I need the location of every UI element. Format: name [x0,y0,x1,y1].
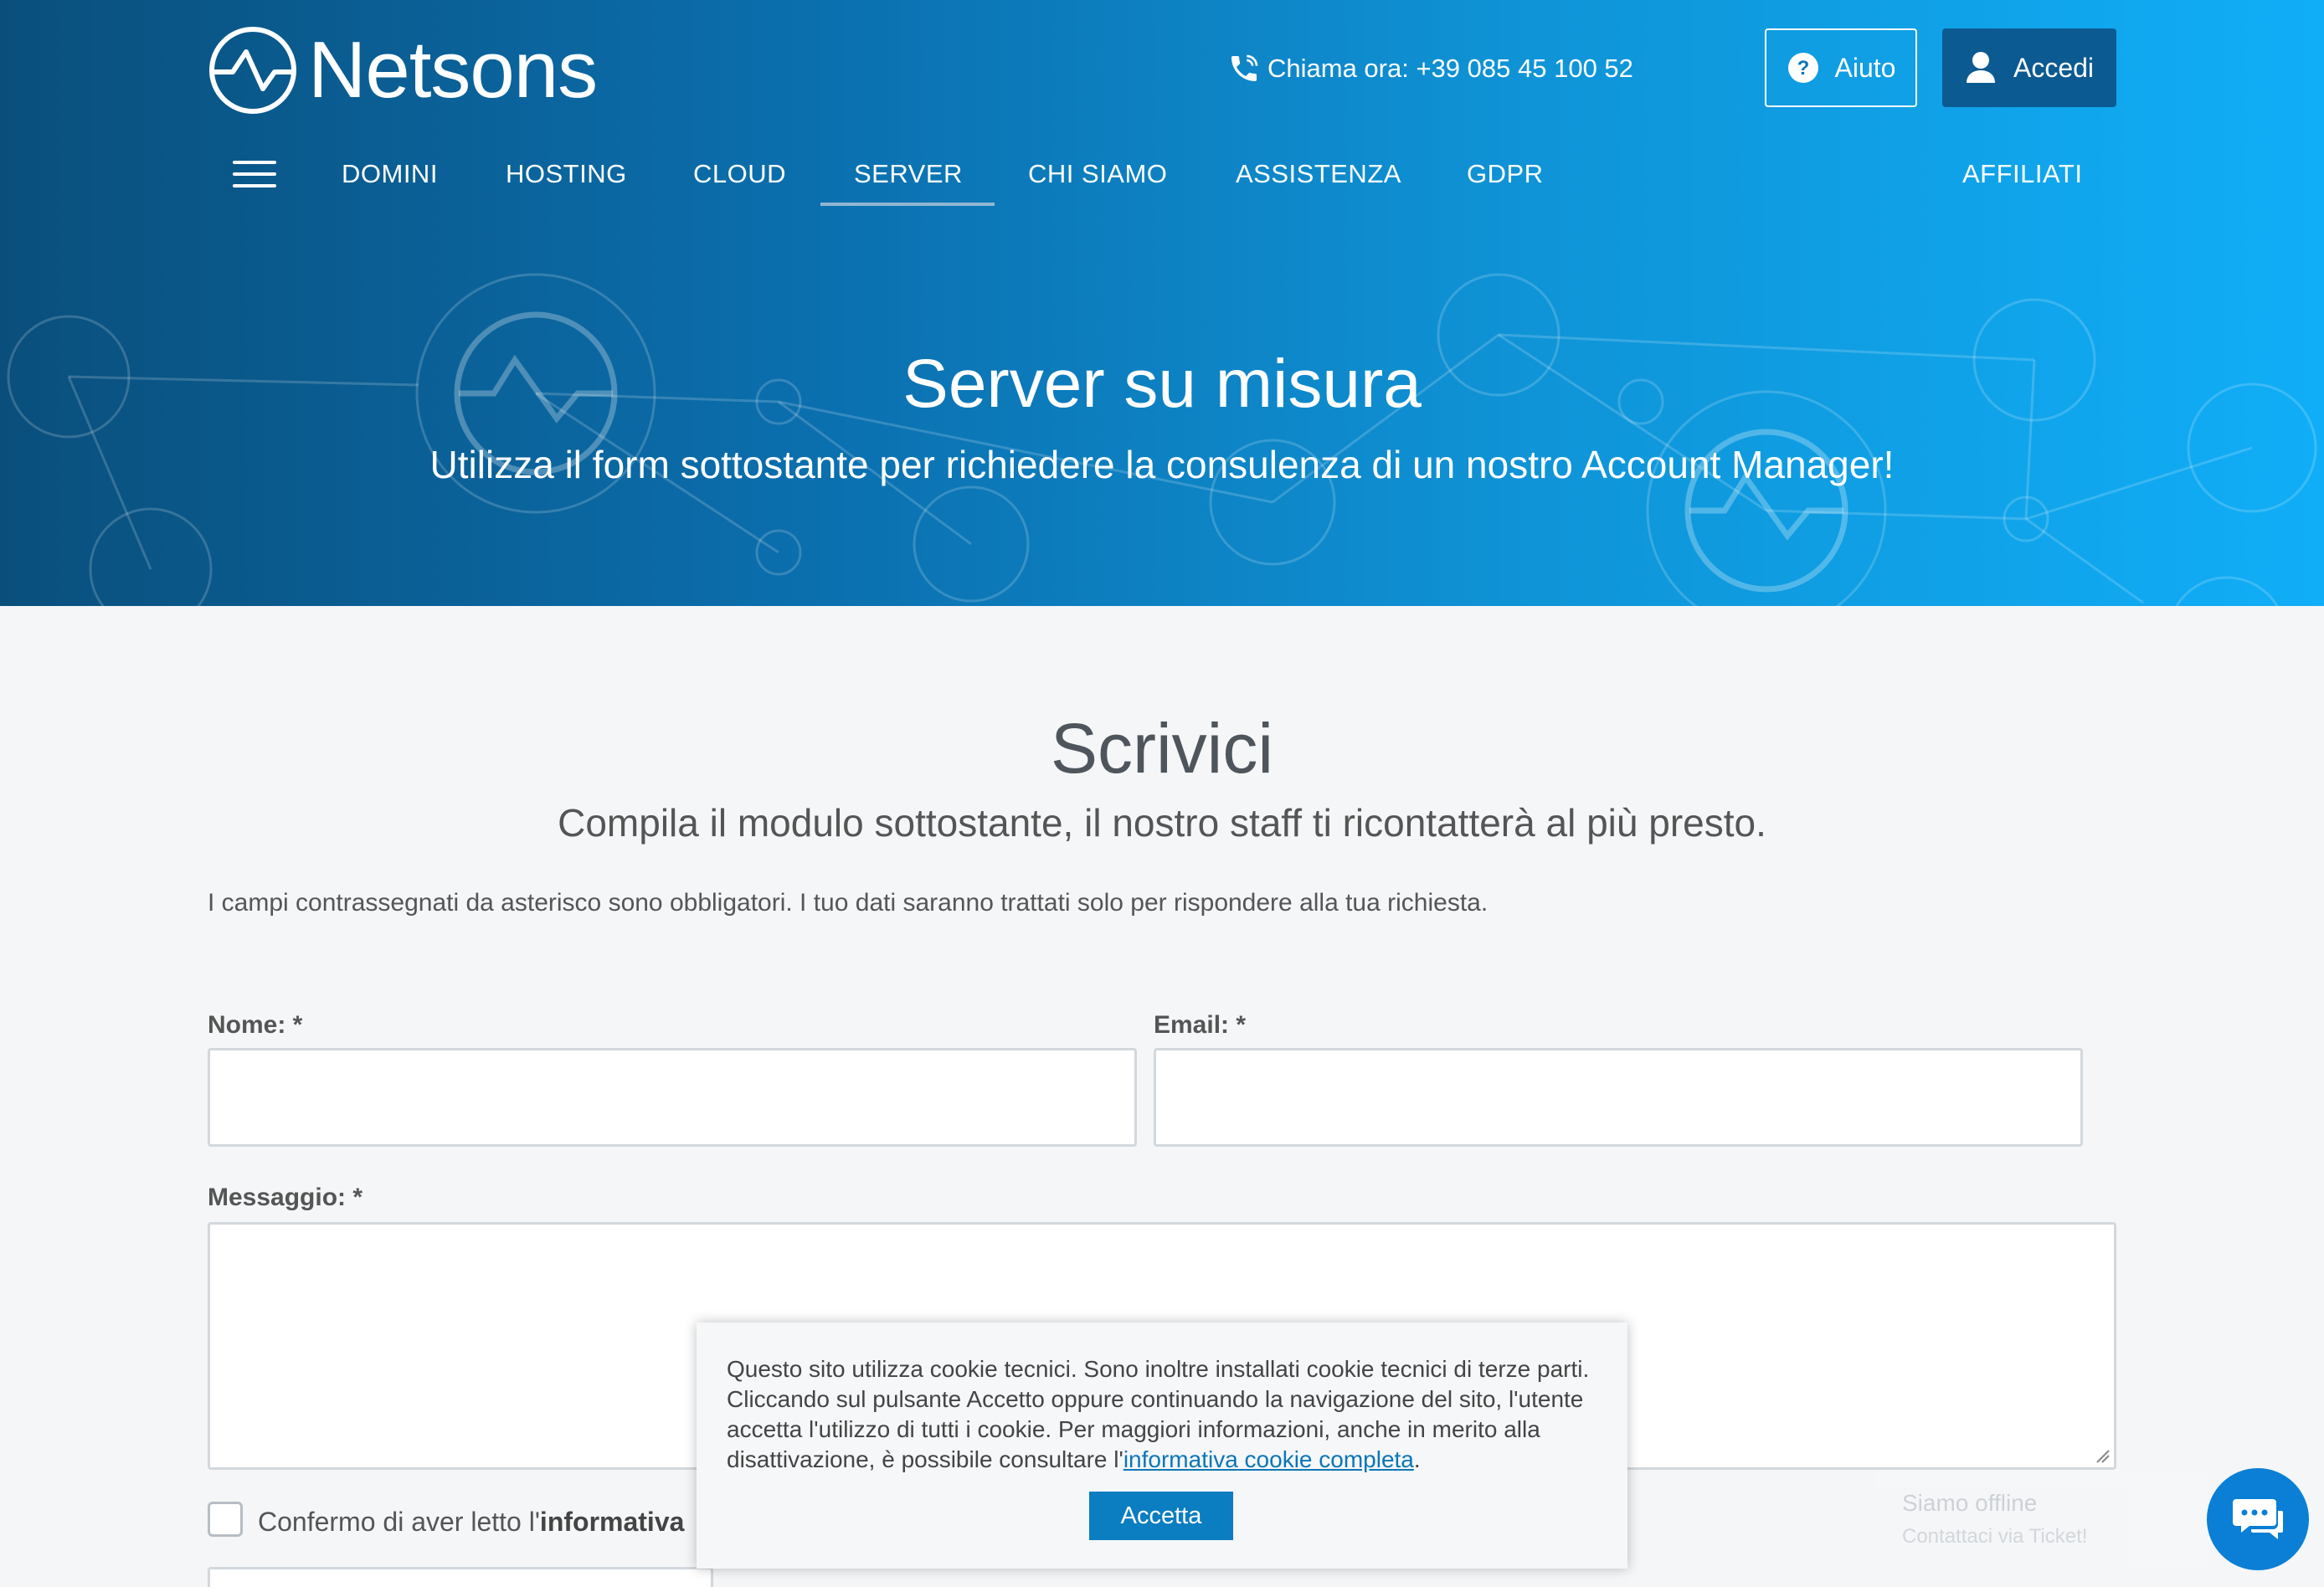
nav-item-cloud[interactable]: CLOUD [693,159,786,189]
cookie-banner: Questo sito utilizza cookie tecnici. Son… [697,1322,1627,1569]
chat-status-bubble[interactable]: Siamo offline Contattaci via Ticket! [1874,1470,2208,1569]
contact-title: Scrivici [1051,709,1273,788]
login-button[interactable]: Accedi [1942,28,2116,107]
netsons-logo-icon [209,27,296,114]
hero-title: Server su misura [902,346,1422,422]
chat-launcher-button[interactable] [2207,1468,2309,1570]
consent-label: Confermo di aver letto l'informativa [258,1507,684,1538]
main-nav: DOMINI HOSTING CLOUD SERVER CHI SIAMO AS… [0,151,2324,211]
resize-handle-icon[interactable] [2094,1447,2111,1464]
nav-item-assistenza[interactable]: ASSISTENZA [1236,159,1401,189]
accept-cookies-button[interactable]: Accetta [1089,1492,1233,1540]
name-field[interactable] [208,1048,1137,1147]
required-fields-note: I campi contrassegnati da asterisco sono… [208,889,1488,917]
cookie-text: Questo sito utilizza cookie tecnici. Son… [727,1354,1606,1475]
email-label: Email: * [1154,1011,1247,1039]
hero-section: Netsons Chiama ora: +39 085 45 100 52 ? … [0,0,2324,606]
consent-privacy-link[interactable]: informativa [540,1507,684,1537]
netsons-logo[interactable]: Netsons [208,25,598,116]
chat-status: Siamo offline [1902,1490,2038,1516]
nav-item-hosting[interactable]: HOSTING [506,159,627,189]
menu-icon[interactable] [233,161,276,191]
nav-item-affiliati[interactable]: AFFILIATI [1962,159,2082,189]
question-circle-icon: ? [1787,53,1818,83]
name-label: Nome: * [208,1011,303,1039]
user-icon [1966,52,1995,83]
message-label: Messaggio: * [208,1184,363,1211]
nav-item-domini[interactable]: DOMINI [342,159,438,189]
chat-subtitle: Contattaci via Ticket! [1902,1525,2088,1548]
phone-link[interactable]: Chiama ora: +39 085 45 100 52 [1227,52,1633,85]
consent-checkbox[interactable] [208,1502,243,1537]
nav-item-server[interactable]: SERVER [854,159,963,189]
help-label: Aiuto [1834,52,1896,83]
cookie-policy-link[interactable]: informativa cookie completa [1123,1446,1414,1472]
phone-icon [1231,54,1258,81]
login-label: Accedi [2013,52,2095,83]
hero-subtitle: Utilizza il form sottostante per richied… [429,443,1895,486]
cookie-text-end: . [1413,1446,1421,1472]
phone-label: Chiama ora: +39 085 45 100 52 [1267,54,1633,83]
logo-text: Netsons [308,25,598,115]
nav-active-indicator [820,203,995,206]
email-field[interactable] [1154,1048,2083,1147]
captcha-field[interactable] [208,1567,713,1587]
consent-label-prefix: Confermo di aver letto l' [258,1507,540,1537]
nav-item-chi-siamo[interactable]: CHI SIAMO [1028,159,1167,189]
nav-item-gdpr[interactable]: GDPR [1467,159,1544,189]
help-button[interactable]: ? Aiuto [1765,28,1917,107]
contact-subtitle: Compila il modulo sottostante, il nostro… [558,801,1766,845]
svg-text:?: ? [1797,57,1809,80]
chat-icon [2233,1499,2283,1539]
